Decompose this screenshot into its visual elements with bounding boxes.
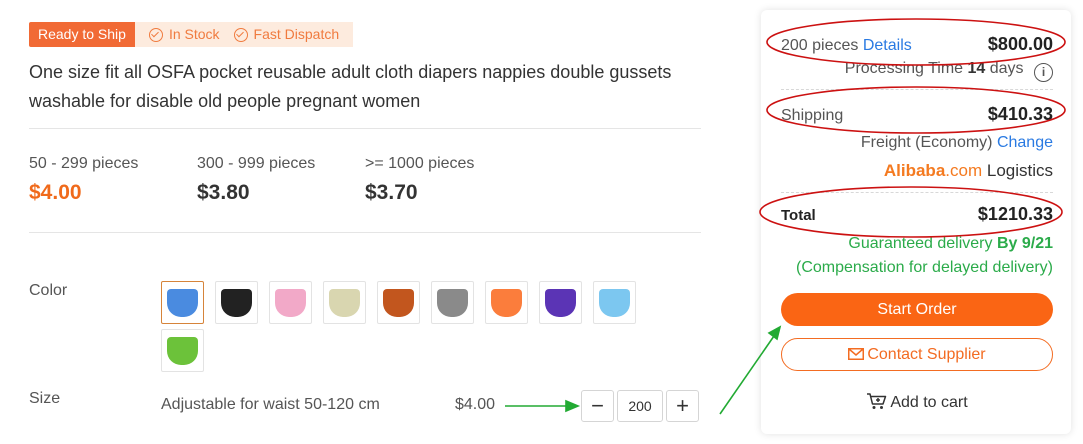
in-stock-label: In Stock: [168, 26, 220, 42]
info-icon[interactable]: i: [1034, 63, 1053, 82]
total-amount: $1210.33: [977, 204, 1053, 224]
subtotal-amount: $800.00: [987, 34, 1053, 54]
color-swatch[interactable]: [323, 281, 366, 324]
diaper-thumbnail: [275, 288, 306, 317]
diaper-thumbnail: [383, 288, 414, 317]
processing-prefix: Processing Time: [844, 60, 964, 77]
diaper-thumbnail: [329, 288, 360, 317]
diaper-thumbnail: [221, 288, 252, 317]
check-circle-icon: [148, 27, 163, 42]
add-to-cart-label: Add to cart: [890, 394, 968, 411]
add-to-cart-button[interactable]: Add to cart: [781, 392, 1053, 414]
product-title: One size fit all OSFA pocket reusable ad…: [29, 62, 672, 111]
processing-suffix: days: [989, 60, 1024, 77]
price-tier-3: >= 1000 pieces $3.70: [365, 155, 474, 205]
color-label: Color: [29, 282, 68, 299]
size-description: Adjustable for waist 50-120 cm: [161, 396, 380, 413]
cart-plus-icon: [867, 393, 887, 409]
divider: [29, 232, 701, 233]
divider: [781, 192, 1053, 193]
shipping-label: Shipping: [781, 107, 844, 124]
diaper-thumbnail: [167, 288, 198, 317]
size-label: Size: [29, 390, 61, 407]
tier-range: 300 - 999 pieces: [197, 155, 316, 172]
color-swatch[interactable]: [431, 281, 474, 324]
price-tier-1: 50 - 299 pieces $4.00: [29, 155, 138, 205]
ready-to-ship-badge: Ready to Ship: [29, 22, 135, 47]
total-row: Total $1210.33: [781, 204, 1053, 225]
color-swatch[interactable]: [593, 281, 636, 324]
increase-button[interactable]: +: [666, 390, 699, 422]
stock-dispatch-badge: In Stock Fast Dispatch: [134, 22, 354, 47]
details-link[interactable]: Details: [863, 37, 912, 54]
fast-dispatch-label: Fast Dispatch: [253, 26, 340, 42]
color-swatch-list: [161, 281, 651, 372]
subtotal-row: 200 pieces Details $800.00: [781, 34, 1053, 55]
logistics-logo: Alibaba.com Logistics: [884, 161, 1053, 181]
processing-time: Processing Time 14 days i: [845, 60, 1053, 82]
shipping-amount: $410.33: [987, 104, 1053, 124]
guaranteed-date: By 9/21: [996, 235, 1053, 252]
envelope-icon: [848, 348, 865, 360]
total-label: Total: [781, 207, 816, 224]
badge-row: Ready to Ship In Stock Fast Dispatch: [29, 22, 354, 47]
tier-price: $3.70: [365, 181, 418, 204]
compensation-note: (Compensation for delayed delivery): [795, 259, 1053, 276]
change-link[interactable]: Change: [997, 134, 1053, 151]
contact-supplier-button[interactable]: Contact Supplier: [781, 338, 1053, 371]
quantity-input[interactable]: 200: [617, 390, 663, 422]
color-swatch[interactable]: [161, 281, 204, 324]
color-swatch[interactable]: [269, 281, 312, 324]
diaper-thumbnail: [167, 336, 198, 365]
color-swatch[interactable]: [161, 329, 204, 372]
color-swatch[interactable]: [485, 281, 528, 324]
color-swatch[interactable]: [539, 281, 582, 324]
size-price: $4.00: [455, 396, 496, 413]
tier-price: $3.80: [197, 181, 250, 204]
divider: [29, 128, 701, 129]
guaranteed-prefix: Guaranteed delivery: [848, 235, 993, 252]
price-tier-2: 300 - 999 pieces $3.80: [197, 155, 315, 205]
diaper-thumbnail: [491, 288, 522, 317]
freight-label: Freight (Economy): [860, 134, 993, 151]
check-circle-icon: [233, 27, 248, 42]
color-swatch[interactable]: [215, 281, 258, 324]
divider: [781, 89, 1053, 90]
diaper-thumbnail: [599, 288, 630, 317]
tier-range: >= 1000 pieces: [365, 155, 475, 172]
decrease-button[interactable]: −: [581, 390, 614, 422]
start-order-button[interactable]: Start Order: [781, 293, 1053, 326]
guaranteed-delivery: Guaranteed delivery By 9/21: [848, 235, 1053, 253]
diaper-thumbnail: [437, 288, 468, 317]
freight-line: Freight (Economy) Change: [861, 134, 1053, 152]
pieces-count: 200 pieces: [781, 37, 859, 54]
logistics-label: Logistics: [986, 161, 1053, 180]
alibaba-brand: Alibaba: [883, 161, 946, 180]
shipping-row: Shipping $410.33: [781, 100, 1053, 125]
pieces-text: 200 pieces Details: [781, 37, 912, 55]
quantity-stepper: − 200 +: [581, 390, 699, 422]
tier-price: $4.00: [29, 181, 82, 204]
processing-days: 14: [967, 60, 986, 77]
arrow-icon: [505, 399, 581, 413]
diaper-thumbnail: [545, 288, 576, 317]
tier-range: 50 - 299 pieces: [29, 155, 139, 172]
contact-supplier-label: Contact Supplier: [867, 346, 986, 363]
order-summary-panel: 200 pieces Details $800.00 Processing Ti…: [761, 10, 1071, 434]
color-swatch[interactable]: [377, 281, 420, 324]
alibaba-domain: .com: [945, 161, 983, 180]
